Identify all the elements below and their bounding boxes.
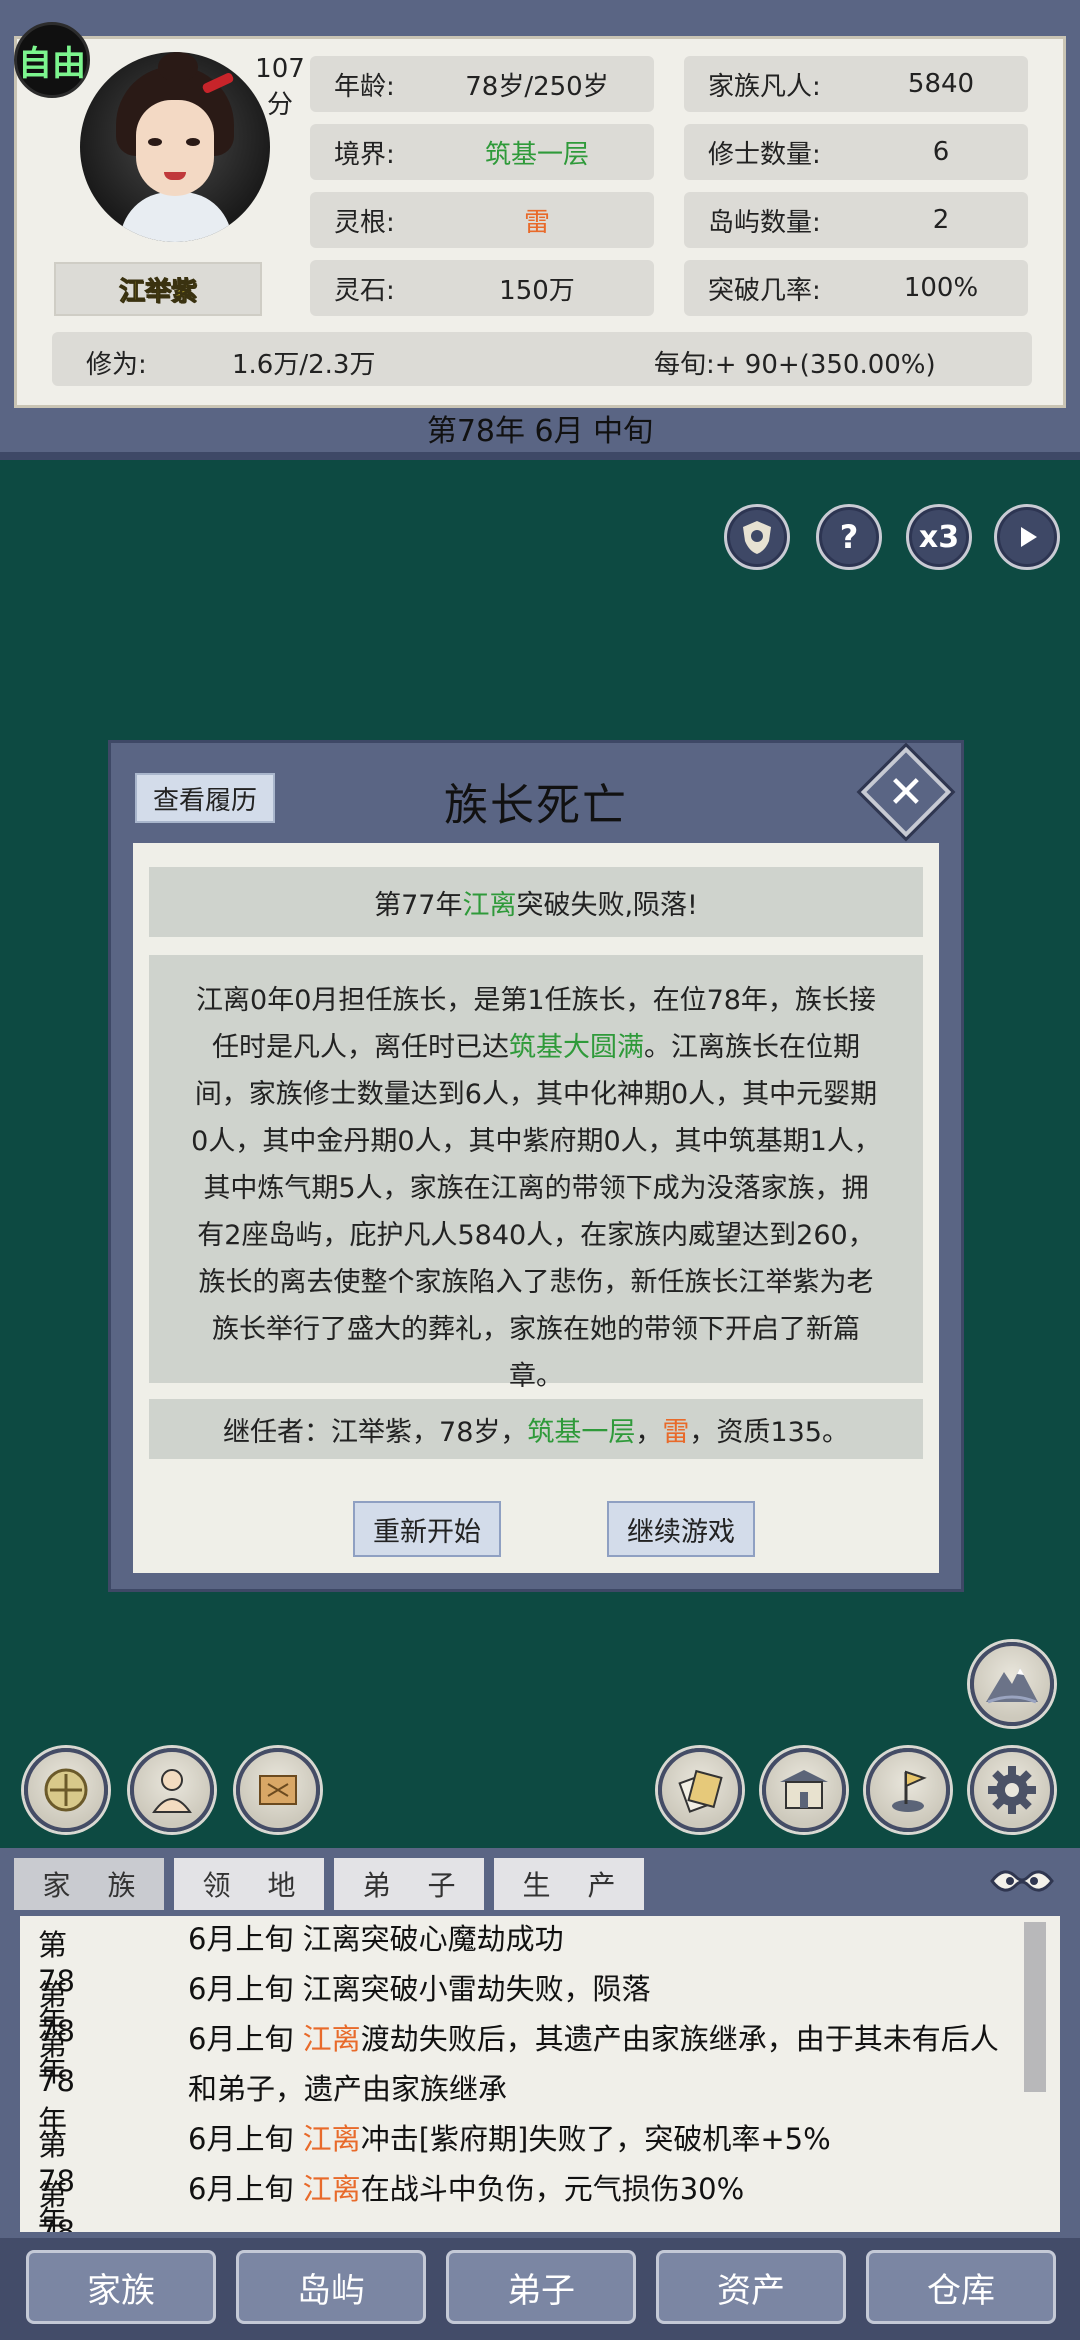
story-line: 间，家族修士数量达到6人，其中化神期0人，其中元婴期	[194, 1079, 878, 1110]
disciple-icon[interactable]	[130, 1748, 214, 1832]
story-line: 族长举行了盛大的葬礼，家族在她的带领下开启了新篇	[212, 1314, 860, 1345]
breakthrough-stat: 突破几率: 100%	[684, 260, 1028, 316]
gear-icon[interactable]	[970, 1748, 1054, 1832]
dialog-title: 族长死亡	[444, 780, 628, 831]
story-line: 族长的离去使整个家族陷入了悲伤，新任族长江举紫为老	[198, 1267, 874, 1298]
tab-disciples[interactable]: 弟 子	[334, 1858, 484, 1910]
mortals-label: 家族凡人:	[708, 71, 821, 102]
event-person: 江离	[462, 889, 517, 921]
cultivation-label: 修为:	[86, 350, 147, 380]
tab-territory[interactable]: 领 地	[174, 1858, 324, 1910]
per-period-gain: 每旬:+ 90+(350.00%)	[654, 350, 936, 380]
cultivation-value: 1.6万/2.3万	[232, 350, 376, 380]
story-line: 江离0年0月担任族长，是第1任族长，在位78年，族长接	[196, 985, 876, 1016]
cultivators-label: 修士数量:	[708, 139, 821, 170]
score-unit: 分	[266, 90, 293, 120]
nav-family[interactable]: 家族	[26, 2250, 216, 2324]
cultivation-stat: 修为: 1.6万/2.3万 每旬:+ 90+(350.00%)	[52, 332, 1032, 386]
continue-button[interactable]: 继续游戏	[607, 1501, 755, 1557]
speed-icon[interactable]: x3	[906, 504, 972, 570]
story-highlight: 筑基大圆满	[509, 1032, 644, 1063]
heir-root: 雷	[662, 1416, 690, 1448]
nav-assets[interactable]: 资产	[656, 2250, 846, 2324]
realm-value: 筑基一层	[484, 139, 589, 170]
age-label: 年龄:	[334, 71, 395, 102]
story-line: 任时是凡人，离任时已达筑基大圆满。江离族长在位期	[212, 1032, 860, 1063]
root-value: 雷	[523, 207, 550, 238]
mountain-icon[interactable]	[970, 1642, 1054, 1726]
islands-value: 2	[932, 205, 950, 235]
mortals-stat: 家族凡人: 5840	[684, 56, 1028, 112]
breakthrough-value: 100%	[903, 273, 979, 303]
stone-stat: 灵石: 150万	[310, 260, 654, 316]
heir-realm: 筑基一层	[527, 1416, 636, 1448]
shield-icon[interactable]	[724, 504, 790, 570]
realm-stat: 境界: 筑基一层	[310, 124, 654, 180]
log-scrollbar[interactable]	[1024, 1922, 1046, 2092]
event-summary: 第77年 江离 突破失败,陨落!	[149, 867, 923, 937]
realm-label: 境界:	[334, 139, 395, 170]
tab-family[interactable]: 家 族	[14, 1858, 164, 1910]
scroll-bundle-icon[interactable]	[24, 1748, 108, 1832]
leader-biography: 江离0年0月担任族长，是第1任族长，在位78年，族长接 任时是凡人，离任时已达筑…	[149, 955, 923, 1392]
cultivators-stat: 修士数量: 6	[684, 124, 1028, 180]
age-stat: 年龄: 78岁/250岁	[310, 56, 654, 112]
leader-avatar[interactable]	[80, 52, 270, 242]
heir-info: 继任者：江举紫，78岁， 筑基一层，雷，资质135。	[149, 1399, 923, 1459]
root-stat: 灵根: 雷	[310, 192, 654, 248]
stone-value: 150万	[499, 275, 575, 306]
mortals-value: 5840	[907, 69, 975, 99]
event-result: 突破失败,陨落!	[516, 889, 698, 921]
map-scroll-icon[interactable]	[236, 1748, 320, 1832]
story-line: 章。	[509, 1361, 563, 1392]
nav-disciples[interactable]: 弟子	[446, 2250, 636, 2324]
story-line: 其中炼气期5人，家族在江离的带领下成为没落家族，拥	[203, 1173, 869, 1204]
tab-production[interactable]: 生 产	[494, 1858, 644, 1910]
age-value: 78岁/250岁	[465, 71, 609, 102]
story-line: 0人，其中金丹期0人，其中紫府期0人，其中筑基期1人，	[191, 1126, 881, 1157]
score-value: 107	[255, 54, 305, 84]
restart-button[interactable]: 重新开始	[353, 1501, 501, 1557]
flag-marker-icon[interactable]	[866, 1748, 950, 1832]
event-log: 第78年 6月上旬 江离突破心魔劫成功 第78年 6月上旬 江离突破小雷劫失败，…	[20, 1916, 1060, 2232]
mode-badge[interactable]: 自由	[14, 22, 90, 98]
leader-death-dialog: 查看履历 族长死亡 ✕ 第77年 江离 突破失败,陨落! 江离0年0月担任族长，…	[108, 740, 964, 1592]
game-date: 第78年 6月 中旬	[426, 414, 654, 449]
leader-name[interactable]: 江举紫	[54, 262, 262, 316]
tickets-icon[interactable]	[658, 1748, 742, 1832]
islands-stat: 岛屿数量: 2	[684, 192, 1028, 248]
stone-label: 灵石:	[334, 275, 395, 306]
root-label: 灵根:	[334, 207, 395, 238]
nav-islands[interactable]: 岛屿	[236, 2250, 426, 2324]
breakthrough-label: 突破几率:	[708, 275, 821, 306]
event-year: 第77年	[374, 889, 463, 921]
story-line: 有2座岛屿，庇护凡人5840人，在家族内威望达到260，	[197, 1220, 875, 1251]
play-icon[interactable]	[994, 504, 1060, 570]
help-icon[interactable]: ?	[816, 504, 882, 570]
cultivators-value: 6	[932, 137, 950, 167]
pavilion-icon[interactable]	[762, 1748, 846, 1832]
nav-warehouse[interactable]: 仓库	[866, 2250, 1056, 2324]
expand-icon[interactable]	[982, 1858, 1062, 1904]
islands-label: 岛屿数量:	[708, 207, 821, 238]
